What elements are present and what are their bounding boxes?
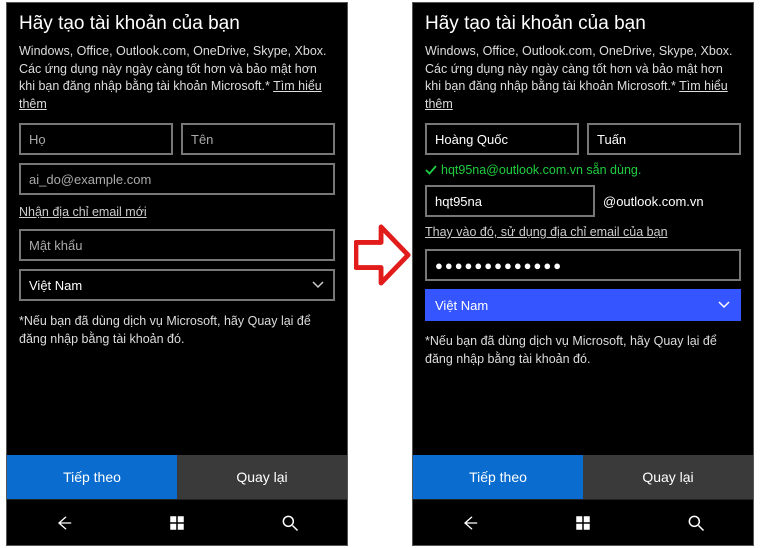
chevron-down-icon [311, 278, 325, 292]
footer-note: *Nếu bạn đã dùng dịch vụ Microsoft, hãy … [425, 333, 741, 368]
chevron-down-icon [717, 298, 731, 312]
country-select[interactable]: Việt Nam [425, 289, 741, 321]
windows-icon[interactable] [572, 512, 594, 534]
get-new-email-link[interactable]: Nhận địa chỉ email mới [19, 205, 147, 219]
alias-field[interactable]: hqt95na [425, 185, 595, 217]
button-bar: Tiếp theo Quay lại [7, 455, 347, 499]
last-name-field[interactable]: Họ [19, 123, 173, 155]
first-name-field[interactable]: Tên [181, 123, 335, 155]
first-name-field[interactable]: Tuấn [587, 123, 741, 155]
email-domain: @outlook.com.vn [603, 194, 704, 209]
availability-text: hqt95na@outlook.com.vn sẵn dùng. [441, 163, 641, 177]
country-select[interactable]: Việt Nam [19, 269, 335, 301]
next-button[interactable]: Tiếp theo [413, 455, 583, 499]
search-icon[interactable] [685, 512, 707, 534]
screen-after: Hãy tạo tài khoản của bạn Windows, Offic… [412, 2, 754, 546]
back-icon[interactable] [459, 512, 481, 534]
footer-note: *Nếu bạn đã dùng dịch vụ Microsoft, hãy … [19, 313, 335, 348]
last-name-field[interactable]: Hoàng Quốc [425, 123, 579, 155]
availability-status: hqt95na@outlook.com.vn sẵn dùng. [425, 163, 741, 177]
country-value: Việt Nam [29, 278, 82, 293]
back-button[interactable]: Quay lại [177, 455, 347, 499]
page-title: Hãy tạo tài khoản của bạn [413, 3, 753, 43]
arrow-right-icon [354, 220, 412, 290]
windows-icon[interactable] [166, 512, 188, 534]
back-icon[interactable] [53, 512, 75, 534]
next-button[interactable]: Tiếp theo [7, 455, 177, 499]
back-button[interactable]: Quay lại [583, 455, 753, 499]
password-field[interactable]: ●●●●●●●●●●●●● [425, 249, 741, 281]
email-field[interactable]: ai_do@example.com [19, 163, 335, 195]
country-value: Việt Nam [435, 298, 488, 313]
search-icon[interactable] [279, 512, 301, 534]
screen-before: Hãy tạo tài khoản của bạn Windows, Offic… [6, 2, 348, 546]
password-field[interactable]: Mật khẩu [19, 229, 335, 261]
description-text: Windows, Office, Outlook.com, OneDrive, … [425, 43, 741, 113]
use-own-email-link[interactable]: Thay vào đó, sử dụng địa chỉ email của b… [425, 225, 668, 239]
system-nav [413, 499, 753, 545]
check-icon [425, 164, 437, 176]
description-text: Windows, Office, Outlook.com, OneDrive, … [19, 43, 335, 113]
button-bar: Tiếp theo Quay lại [413, 455, 753, 499]
page-title: Hãy tạo tài khoản của bạn [7, 3, 347, 43]
system-nav [7, 499, 347, 545]
